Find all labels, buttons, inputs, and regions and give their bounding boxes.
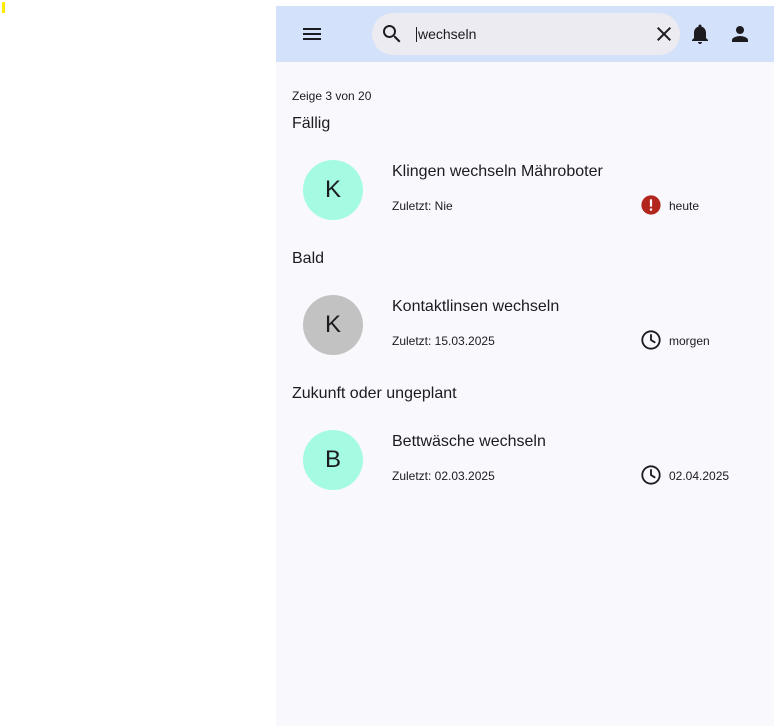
avatar: B: [303, 430, 363, 490]
clock-icon: [641, 465, 661, 485]
person-icon: [732, 26, 748, 42]
list-item[interactable]: K Klingen wechseln Mähroboter Zuletzt: N…: [276, 150, 774, 230]
close-icon: [657, 27, 671, 41]
section-title-soon: Bald: [292, 250, 325, 267]
menu-icon: [303, 28, 321, 40]
due-label: 02.04.2025: [669, 469, 730, 483]
bell-icon: [692, 24, 708, 44]
section-title-due: Fällig: [292, 115, 331, 132]
due-label: morgen: [669, 334, 710, 348]
app-bar: [276, 6, 774, 62]
item-last-done: Zuletzt: Nie: [392, 199, 453, 213]
account-button[interactable]: [720, 14, 760, 54]
corner-marker: [2, 2, 5, 13]
avatar: K: [303, 295, 363, 355]
notifications-button[interactable]: [680, 14, 720, 54]
due-label: heute: [669, 199, 700, 213]
item-title: Klingen wechseln Mähroboter: [392, 163, 603, 180]
item-title: Kontaktlinsen wechseln: [392, 298, 560, 315]
search-bar[interactable]: [372, 13, 680, 55]
search-input[interactable]: [418, 22, 638, 46]
app-window: Zeige 3 von 20 Fällig K Klingen wechseln…: [276, 6, 774, 726]
list-item[interactable]: K Kontaktlinsen wechseln Zuletzt: 15.03.…: [276, 285, 774, 365]
text-caret: [416, 27, 417, 42]
menu-button[interactable]: [292, 14, 332, 54]
clock-icon: [641, 330, 661, 350]
section-title-future: Zukunft oder ungeplant: [292, 385, 457, 402]
item-last-done: Zuletzt: 15.03.2025: [392, 334, 495, 348]
search-icon: [383, 25, 401, 43]
item-last-done: Zuletzt: 02.03.2025: [392, 469, 495, 483]
alert-icon: [641, 195, 661, 215]
avatar: K: [303, 160, 363, 220]
result-count: Zeige 3 von 20: [292, 89, 372, 103]
list-item[interactable]: B Bettwäsche wechseln Zuletzt: 02.03.202…: [276, 420, 774, 500]
item-title: Bettwäsche wechseln: [392, 433, 546, 450]
clear-search-button[interactable]: [644, 14, 684, 54]
